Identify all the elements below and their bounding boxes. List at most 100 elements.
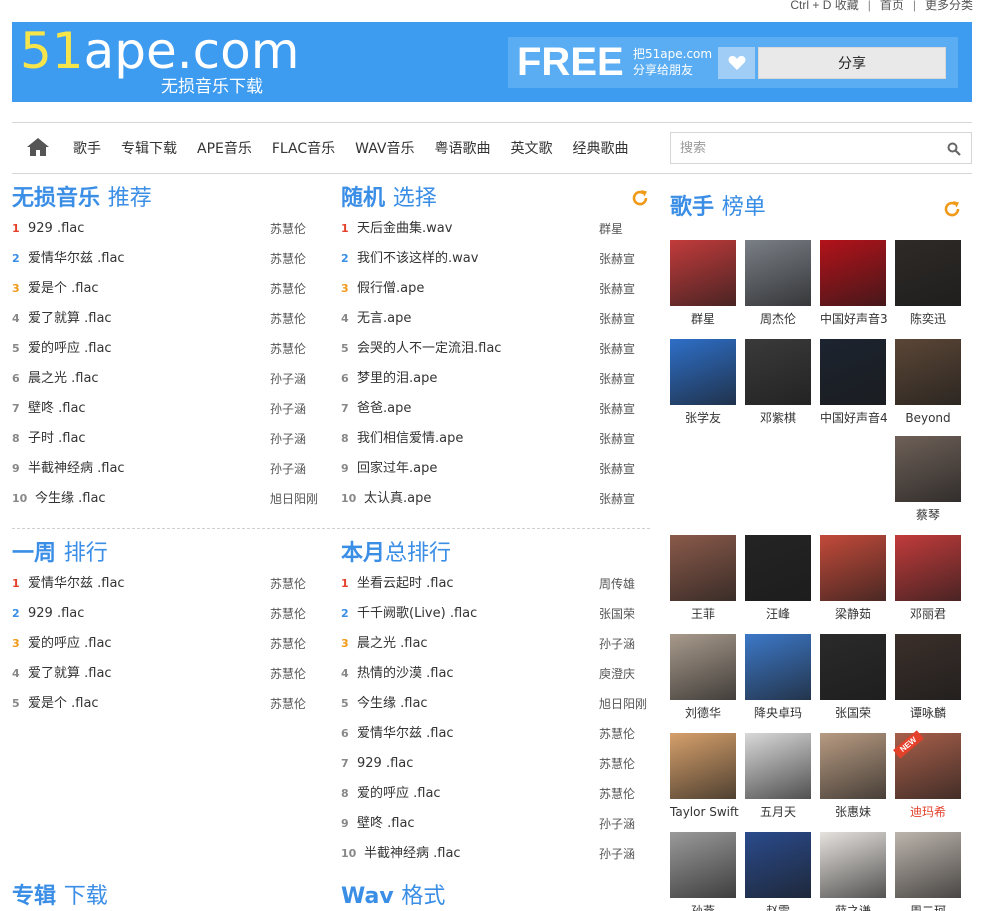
artist-link[interactable]: 群星	[599, 214, 623, 244]
singer-name-link[interactable]: 中国好声音4	[820, 410, 888, 426]
song-title-link[interactable]: 会哭的人不一定流泪.flac	[357, 334, 501, 364]
song-title-link[interactable]: 半截神经病 .flac	[364, 839, 461, 869]
singer-photo[interactable]	[895, 832, 961, 898]
list-item[interactable]: 3 爱的呼应 .flac 苏慧伦	[12, 629, 322, 659]
singer-name-link[interactable]: 周杰伦	[745, 311, 811, 327]
list-item[interactable]: 2 我们不该这样的.wav 张赫宣	[341, 244, 651, 274]
nav-item-classic[interactable]: 经典歌曲	[573, 138, 629, 158]
list-item[interactable]: 10 太认真.ape 张赫宣	[341, 484, 651, 514]
search-icon[interactable]	[947, 142, 961, 156]
song-title-link[interactable]: 爱了就算 .flac	[28, 304, 112, 334]
singer-name-link[interactable]: 中国好声音3	[820, 311, 888, 327]
artist-link[interactable]: 孙子涵	[599, 809, 635, 839]
list-item[interactable]: 7 929 .flac 苏慧伦	[341, 749, 651, 779]
song-title-link[interactable]: 子时 .flac	[28, 424, 86, 454]
list-item[interactable]: 7 壁咚 .flac 孙子涵	[12, 394, 322, 424]
singer-card[interactable]: NEW 迪玛希	[893, 730, 961, 820]
list-item[interactable]: 2 千千阙歌(Live) .flac 张国荣	[341, 599, 651, 629]
list-item[interactable]: 3 假行僧.ape 张赫宣	[341, 274, 651, 304]
artist-link[interactable]: 旭日阳刚	[270, 484, 318, 514]
singer-photo[interactable]	[670, 634, 736, 700]
list-item[interactable]: 3 晨之光 .flac 孙子涵	[341, 629, 651, 659]
singer-card[interactable]: 陈奕迅	[895, 240, 961, 327]
nav-item-flac[interactable]: FLAC音乐	[272, 138, 335, 158]
search-input[interactable]	[680, 139, 930, 157]
singer-name-link[interactable]: 孙燕	[670, 903, 736, 911]
singer-card[interactable]: Beyond	[895, 339, 961, 426]
song-title-link[interactable]: 热情的沙漠 .flac	[357, 659, 454, 689]
song-title-link[interactable]: 929 .flac	[28, 599, 84, 629]
singer-card[interactable]: 张学友	[670, 339, 736, 426]
singer-card[interactable]: 赵雷	[745, 832, 811, 911]
home-icon[interactable]	[26, 137, 50, 157]
singer-card[interactable]: 谭咏麟	[895, 634, 961, 721]
song-title-link[interactable]: 天后金曲集.wav	[357, 214, 452, 244]
artist-link[interactable]: 孙子涵	[270, 364, 306, 394]
singer-photo[interactable]	[820, 240, 886, 306]
bookmark-link[interactable]: Ctrl + D 收藏	[790, 0, 858, 11]
artist-link[interactable]: 孙子涵	[270, 394, 306, 424]
singer-name-link[interactable]: 谭咏麟	[895, 705, 961, 721]
artist-link[interactable]: 苏慧伦	[270, 304, 306, 334]
song-title-link[interactable]: 爱是个 .flac	[28, 689, 99, 719]
singer-photo[interactable]	[745, 832, 811, 898]
artist-link[interactable]: 张赫宣	[599, 394, 635, 424]
singer-name-link[interactable]: 王菲	[670, 606, 736, 622]
nav-item-ape[interactable]: APE音乐	[197, 138, 252, 158]
list-item[interactable]: 2 爱情华尔兹 .flac 苏慧伦	[12, 244, 322, 274]
singer-name-link[interactable]: Beyond	[895, 410, 961, 426]
artist-link[interactable]: 张赫宣	[599, 424, 635, 454]
singer-photo[interactable]	[670, 733, 736, 799]
singer-name-link[interactable]: 群星	[670, 311, 736, 327]
list-item[interactable]: 9 半截神经病 .flac 孙子涵	[12, 454, 322, 484]
list-item[interactable]: 5 今生缘 .flac 旭日阳刚	[341, 689, 651, 719]
list-item[interactable]: 9 壁咚 .flac 孙子涵	[341, 809, 651, 839]
singer-name-link[interactable]: 赵雷	[745, 903, 811, 911]
singer-name-link[interactable]: 陈奕迅	[895, 311, 961, 327]
singer-photo[interactable]	[895, 240, 961, 306]
singer-photo[interactable]	[895, 634, 961, 700]
singer-name-link[interactable]: 蔡琴	[895, 507, 961, 523]
song-title-link[interactable]: 回家过年.ape	[357, 454, 437, 484]
song-title-link[interactable]: 梦里的泪.ape	[357, 364, 437, 394]
artist-link[interactable]: 张赫宣	[599, 304, 635, 334]
song-title-link[interactable]: 壁咚 .flac	[357, 809, 415, 839]
singer-name-link[interactable]: 迪玛希	[895, 804, 961, 820]
artist-link[interactable]: 苏慧伦	[270, 659, 306, 689]
list-item[interactable]: 4 爱了就算 .flac 苏慧伦	[12, 304, 322, 334]
song-title-link[interactable]: 爱情华尔兹 .flac	[28, 244, 125, 274]
song-title-link[interactable]: 爱情华尔兹 .flac	[357, 719, 454, 749]
artist-link[interactable]: 张赫宣	[599, 334, 635, 364]
list-item[interactable]: 5 爱的呼应 .flac 苏慧伦	[12, 334, 322, 364]
singer-name-link[interactable]: 刘德华	[670, 705, 736, 721]
list-item[interactable]: 2 929 .flac 苏慧伦	[12, 599, 322, 629]
list-item[interactable]: 6 梦里的泪.ape 张赫宣	[341, 364, 651, 394]
list-item[interactable]: 1 天后金曲集.wav 群星	[341, 214, 651, 244]
artist-link[interactable]: 苏慧伦	[270, 629, 306, 659]
site-logo[interactable]: 51ape.com	[20, 24, 299, 78]
singer-name-link[interactable]: 邓丽君	[895, 606, 961, 622]
singer-photo[interactable]	[670, 535, 736, 601]
singer-card[interactable]: 汪峰	[745, 535, 811, 622]
singer-name-link[interactable]: Taylor Swift	[670, 804, 739, 820]
artist-link[interactable]: 苏慧伦	[599, 779, 635, 809]
list-item[interactable]: 9 回家过年.ape 张赫宣	[341, 454, 651, 484]
singer-photo[interactable]	[745, 733, 811, 799]
singer-name-link[interactable]: 降央卓玛	[745, 705, 811, 721]
like-button[interactable]	[718, 47, 755, 79]
list-item[interactable]: 10 今生缘 .flac 旭日阳刚	[12, 484, 322, 514]
singer-card[interactable]: 张惠妹	[820, 733, 886, 820]
artist-link[interactable]: 孙子涵	[599, 629, 635, 659]
artist-link[interactable]: 周传雄	[599, 569, 635, 599]
singer-card[interactable]: 张国荣	[820, 634, 886, 721]
artist-link[interactable]: 苏慧伦	[599, 719, 635, 749]
singer-photo[interactable]	[820, 339, 886, 405]
singer-card[interactable]: 周二珂	[895, 832, 961, 911]
artist-link[interactable]: 庾澄庆	[599, 659, 635, 689]
singer-photo[interactable]	[670, 832, 736, 898]
nav-item-cantonese[interactable]: 粤语歌曲	[435, 138, 491, 158]
singer-photo[interactable]	[670, 339, 736, 405]
nav-item-albums[interactable]: 专辑下载	[121, 138, 177, 158]
list-item[interactable]: 8 爱的呼应 .flac 苏慧伦	[341, 779, 651, 809]
singer-card[interactable]: 降央卓玛	[745, 634, 811, 721]
